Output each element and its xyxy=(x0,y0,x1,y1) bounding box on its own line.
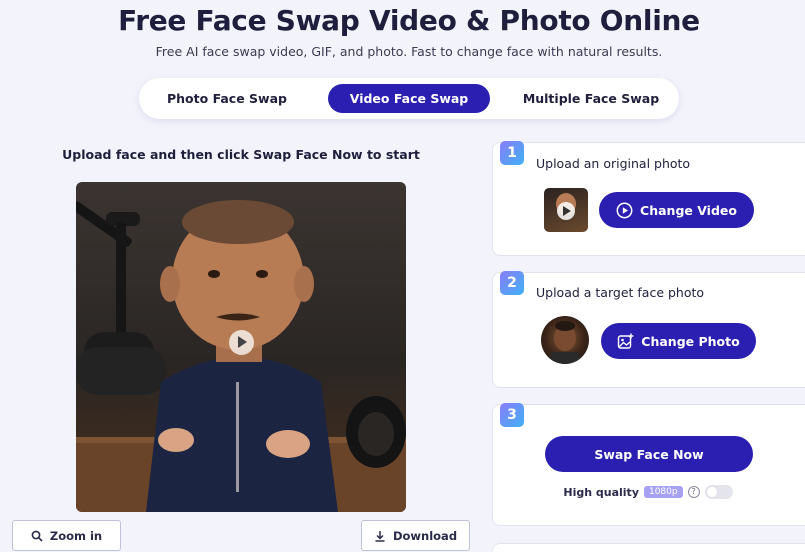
tab-video-face-swap[interactable]: Video Face Swap xyxy=(328,84,490,113)
high-quality-label: High quality xyxy=(563,485,639,499)
step-2-card: 2 Upload a target face photo Change Phot… xyxy=(492,271,805,388)
play-icon[interactable] xyxy=(229,330,254,355)
page-title: Free Face Swap Video & Photo Online xyxy=(118,4,700,37)
tab-photo-face-swap[interactable]: Photo Face Swap xyxy=(149,84,305,113)
download-label: Download xyxy=(392,528,458,543)
target-face-thumbnail[interactable] xyxy=(541,316,589,364)
step-1-badge: 1 xyxy=(500,141,524,165)
tab-multiple-face-swap[interactable]: Multiple Face Swap xyxy=(513,84,669,113)
step-2-title: Upload a target face photo xyxy=(536,285,705,300)
resolution-badge: 1080p xyxy=(643,486,683,498)
original-video-thumbnail[interactable] xyxy=(544,188,588,232)
step-3-card: 3 Swap Face Now High quality 1080p ? xyxy=(492,403,805,526)
download-icon xyxy=(375,530,385,542)
mode-tabs: Photo Face Swap Video Face Swap Multiple… xyxy=(139,78,679,119)
upload-hint: Upload face and then click Swap Face Now… xyxy=(62,147,420,162)
change-video-button[interactable]: Change Video xyxy=(599,192,754,228)
step-3-badge: 3 xyxy=(500,403,524,427)
image-add-icon xyxy=(618,333,634,349)
quality-row: High quality 1080p ? xyxy=(493,485,803,499)
change-photo-label: Change Photo xyxy=(641,333,740,349)
page-subtitle: Free AI face swap video, GIF, and photo.… xyxy=(155,44,663,59)
play-icon xyxy=(556,193,576,220)
high-quality-toggle[interactable] xyxy=(704,485,733,499)
next-card xyxy=(492,543,805,552)
step-1-card: 1 Upload an original photo Change Video xyxy=(492,141,805,256)
step-2-badge: 2 xyxy=(500,271,524,295)
help-icon[interactable]: ? xyxy=(687,486,700,498)
zoom-in-button[interactable]: Zoom in xyxy=(12,520,121,551)
play-circle-icon xyxy=(616,202,633,218)
step-1-title: Upload an original photo xyxy=(536,156,691,171)
download-button[interactable]: Download xyxy=(361,520,470,551)
change-photo-button[interactable]: Change Photo xyxy=(601,323,756,359)
change-video-label: Change Video xyxy=(640,202,737,218)
search-icon xyxy=(31,530,43,542)
swap-face-now-button[interactable]: Swap Face Now xyxy=(545,436,753,472)
face-image xyxy=(551,321,579,364)
zoom-in-label: Zoom in xyxy=(49,528,103,543)
